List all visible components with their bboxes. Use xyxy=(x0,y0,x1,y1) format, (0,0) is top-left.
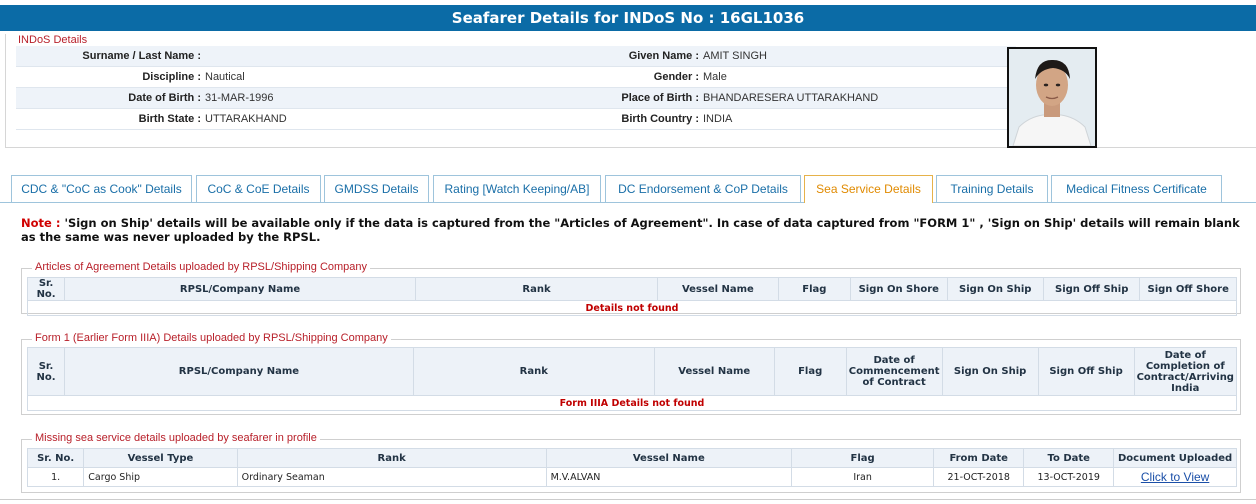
missing-legend: Missing sea service details uploaded by … xyxy=(32,432,320,444)
given-name-label: Given Name : xyxy=(628,50,699,62)
place-of-birth-value: BHANDARESERA UTTARAKHAND xyxy=(703,92,879,104)
col-sign-off-ship: Sign Off Ship xyxy=(1037,347,1135,396)
given-name-value: AMIT SINGH xyxy=(703,50,767,62)
dob-value: 31-MAR-1996 xyxy=(205,92,274,104)
col-vessel-name: Vessel Name xyxy=(545,448,793,468)
row-document-cell: Click to View xyxy=(1113,467,1237,487)
form1-legend: Form 1 (Earlier Form IIIA) Details uploa… xyxy=(32,332,391,344)
gender-label: Gender : xyxy=(653,71,699,83)
page-title: Seafarer Details for INDoS No : 16GL1036 xyxy=(0,5,1256,31)
seafarer-photo xyxy=(1007,47,1097,148)
col-vessel: Vessel Name xyxy=(657,277,779,301)
birth-state-value: UTTARAKHAND xyxy=(205,113,287,125)
discipline-value: Nautical xyxy=(205,71,245,83)
col-flag: Flag xyxy=(791,448,935,468)
col-vessel-type: Vessel Type xyxy=(83,448,238,468)
col-from-date: From Date xyxy=(933,448,1025,468)
indos-row-name: Surname / Last Name : Given Name : AMIT … xyxy=(16,46,1016,67)
col-rank: Rank xyxy=(414,277,659,301)
tab-coc-coe[interactable]: CoC & CoE Details xyxy=(196,175,321,202)
col-sign-on-ship: Sign On Ship xyxy=(941,347,1039,396)
col-sign-off-shore: Sign Off Shore xyxy=(1139,277,1237,301)
col-flag: Flag xyxy=(777,277,852,301)
row-flag: Iran xyxy=(791,467,935,487)
surname-label: Surname / Last Name : xyxy=(82,50,201,62)
birth-country-label: Birth Country : xyxy=(621,113,699,125)
form1-table: Sr. No. RPSL/Company Name Rank Vessel Na… xyxy=(27,347,1238,411)
table-row: 1. Cargo Ship Ordinary Seaman M.V.ALVAN … xyxy=(26,467,1237,487)
page-bottom-divider xyxy=(0,499,1256,500)
form1-empty-message: Form IIIA Details not found xyxy=(27,395,1237,411)
col-company: RPSL/Company Name xyxy=(64,277,416,301)
note-text: 'Sign on Ship' details will be available… xyxy=(21,216,1240,244)
birth-state-label: Birth State : xyxy=(138,113,201,125)
articles-table: Sr. No. RPSL/Company Name Rank Vessel Na… xyxy=(26,277,1237,316)
indos-row-discipline: Discipline : Nautical Gender : Male xyxy=(16,67,1016,88)
tab-gmdss[interactable]: GMDSS Details xyxy=(324,175,429,202)
missing-fieldset: Missing sea service details uploaded by … xyxy=(21,432,1241,493)
indos-row-state: Birth State : UTTARAKHAND Birth Country … xyxy=(16,109,1016,130)
row-vessel-type: Cargo Ship xyxy=(83,467,238,487)
tab-rating[interactable]: Rating [Watch Keeping/AB] xyxy=(433,175,601,202)
click-to-view-link[interactable]: Click to View xyxy=(1141,470,1209,484)
col-sr-no: Sr. No. xyxy=(26,448,85,468)
indos-row-birth: Date of Birth : 31-MAR-1996 Place of Bir… xyxy=(16,88,1016,109)
col-sr-no: Sr. No. xyxy=(26,277,66,301)
row-sr-no: 1. xyxy=(26,467,85,487)
missing-table: Sr. No. Vessel Type Rank Vessel Name Fla… xyxy=(26,448,1237,487)
col-rank: Rank xyxy=(236,448,547,468)
tab-training[interactable]: Training Details xyxy=(936,175,1048,202)
gender-value: Male xyxy=(703,71,727,83)
col-to-date: To Date xyxy=(1023,448,1115,468)
col-sign-on-ship: Sign On Ship xyxy=(946,277,1044,301)
tab-cdc-coc-cook[interactable]: CDC & "CoC as Cook" Details xyxy=(11,175,192,202)
tab-dc-endorsement[interactable]: DC Endorsement & CoP Details xyxy=(605,175,801,202)
birth-country-value: INDIA xyxy=(703,113,733,125)
tab-sea-service[interactable]: Sea Service Details xyxy=(804,175,933,203)
col-sign-off-ship: Sign Off Ship xyxy=(1042,277,1141,301)
place-of-birth-label: Place of Birth : xyxy=(621,92,699,104)
tab-medical-fitness[interactable]: Medical Fitness Certificate xyxy=(1051,175,1222,202)
col-company: RPSL/Company Name xyxy=(63,347,414,396)
row-to-date: 13-OCT-2019 xyxy=(1023,467,1115,487)
note-prefix: Note : xyxy=(21,216,61,230)
col-vessel: Vessel Name xyxy=(653,347,775,396)
col-rank: Rank xyxy=(412,347,655,396)
dob-label: Date of Birth : xyxy=(128,92,201,104)
col-commencement: Date of Commencement of Contract xyxy=(845,347,943,396)
col-flag: Flag xyxy=(773,347,847,396)
tab-bar: CDC & "CoC as Cook" Details CoC & CoE De… xyxy=(0,175,1256,203)
col-sr-no: Sr. No. xyxy=(27,347,65,396)
row-from-date: 21-OCT-2018 xyxy=(933,467,1025,487)
col-completion: Date of Completion of Contract/Arriving … xyxy=(1133,347,1238,396)
articles-legend: Articles of Agreement Details uploaded b… xyxy=(32,261,371,273)
indos-legend: INDoS Details xyxy=(18,34,88,46)
person-photo-icon xyxy=(1009,49,1095,146)
discipline-label: Discipline : xyxy=(142,71,201,83)
articles-fieldset: Articles of Agreement Details uploaded b… xyxy=(21,261,1241,316)
row-rank: Ordinary Seaman xyxy=(236,467,547,487)
form1-fieldset: Form 1 (Earlier Form IIIA) Details uploa… xyxy=(21,332,1241,415)
col-sign-on-shore: Sign On Shore xyxy=(850,277,948,301)
sea-service-note: Note : 'Sign on Ship' details will be av… xyxy=(21,216,1241,244)
row-vessel-name: M.V.ALVAN xyxy=(545,467,793,487)
col-document: Document Uploaded xyxy=(1113,448,1237,468)
articles-empty-message: Details not found xyxy=(27,300,1237,316)
